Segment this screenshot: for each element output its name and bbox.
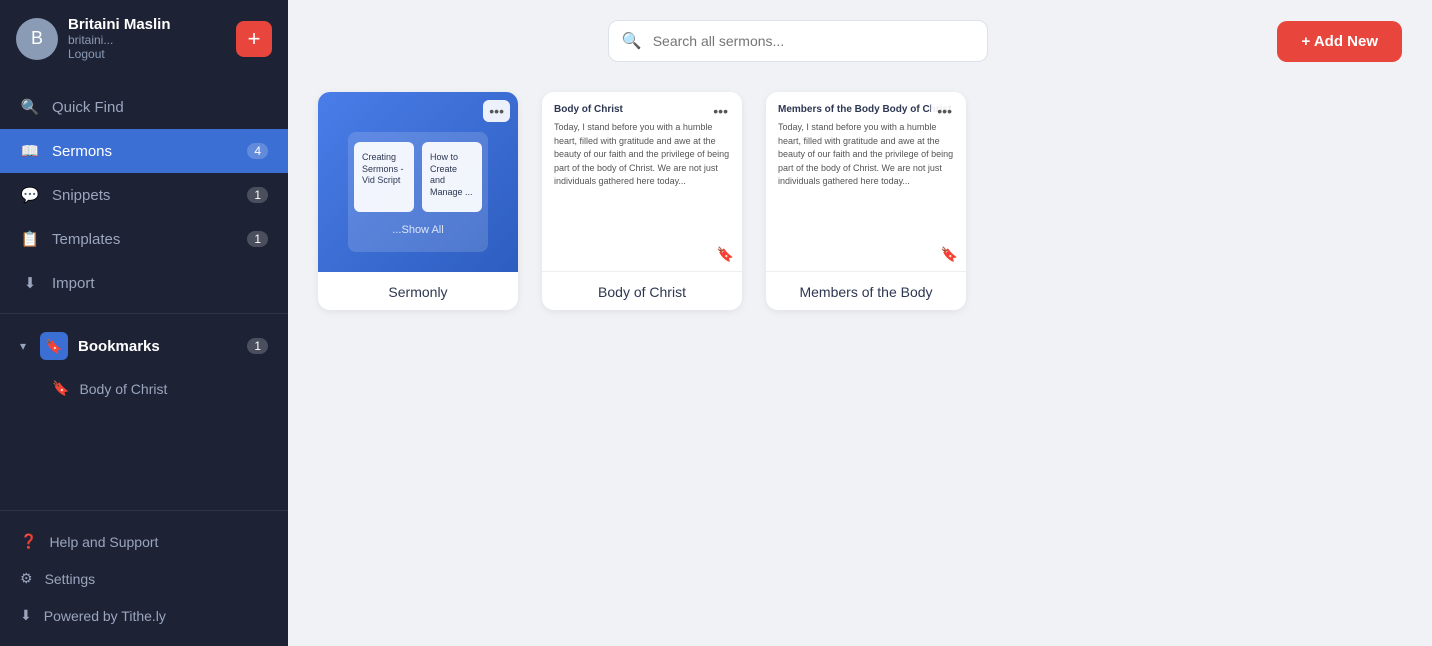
card-menu-members[interactable]: ••• bbox=[931, 100, 958, 122]
folder-tab-label: Creating Sermons - Vid Script bbox=[362, 152, 404, 185]
add-new-button[interactable]: + Add New bbox=[1277, 21, 1402, 62]
sidebar-item-label: Templates bbox=[52, 231, 120, 248]
folder-tab-1: Creating Sermons - Vid Script bbox=[354, 142, 414, 212]
bookmark-icon-members: 🔖 bbox=[941, 246, 958, 263]
chevron-down-icon: ▾ bbox=[20, 339, 26, 353]
sidebar-header: B Britaini Maslin britaini... Logout + bbox=[0, 0, 288, 77]
card-body-of-christ[interactable]: ••• Body of Christ Today, I stand before… bbox=[542, 92, 742, 310]
text-card-title-members: Members of the Body Body of Christ bbox=[778, 104, 954, 115]
bookmark-label: Body of Christ bbox=[79, 381, 167, 397]
folder-stack: Creating Sermons - Vid Script How to Cre… bbox=[338, 112, 498, 252]
sidebar-item-snippets[interactable]: 💬 Snippets 1 bbox=[0, 173, 288, 217]
bookmarks-header[interactable]: ▾ 🔖 Bookmarks 1 bbox=[0, 322, 288, 370]
card-sermonly-label: Sermonly bbox=[318, 272, 518, 310]
sidebar: B Britaini Maslin britaini... Logout + 🔍… bbox=[0, 0, 288, 646]
gear-icon: ⚙ bbox=[20, 570, 33, 587]
folder-tab-label: How to Create and Manage ... bbox=[430, 152, 473, 197]
card-members-preview: ••• Members of the Body Body of Christ T… bbox=[766, 92, 966, 272]
card-members-of-body[interactable]: ••• Members of the Body Body of Christ T… bbox=[766, 92, 966, 310]
divider bbox=[0, 313, 288, 314]
card-menu-body[interactable]: ••• bbox=[707, 100, 734, 122]
show-all-label[interactable]: ...Show All bbox=[392, 224, 443, 236]
templates-badge: 1 bbox=[247, 231, 268, 247]
powered-label: Powered by Tithe.ly bbox=[44, 608, 166, 624]
search-icon: 🔍 bbox=[622, 31, 642, 51]
snippets-badge: 1 bbox=[247, 187, 268, 203]
search-input[interactable] bbox=[608, 20, 988, 62]
sidebar-item-label: Quick Find bbox=[52, 99, 124, 116]
footer-item-help[interactable]: ❓ Help and Support bbox=[0, 523, 288, 560]
sidebar-item-label: Import bbox=[52, 275, 95, 292]
bookmark-item-body-of-christ[interactable]: 🔖 Body of Christ bbox=[0, 370, 288, 407]
user-name: Britaini Maslin bbox=[68, 16, 226, 33]
footer-item-powered: ⬇ Powered by Tithe.ly bbox=[0, 597, 288, 634]
sidebar-item-label: Sermons bbox=[52, 143, 112, 160]
card-body-preview: ••• Body of Christ Today, I stand before… bbox=[542, 92, 742, 272]
user-email: britaini... bbox=[68, 33, 226, 47]
cards-grid: ••• Creating Sermons - Vid Script How to… bbox=[318, 92, 1402, 310]
text-card-title: Body of Christ bbox=[554, 104, 730, 115]
bookmarks-icon: 🔖 bbox=[40, 332, 68, 360]
avatar: B bbox=[16, 18, 58, 60]
user-info: Britaini Maslin britaini... Logout bbox=[68, 16, 226, 61]
sidebar-add-button[interactable]: + bbox=[236, 21, 272, 57]
powered-icon: ⬇ bbox=[20, 607, 32, 624]
sidebar-item-import[interactable]: ⬇ Import bbox=[0, 261, 288, 305]
logout-link[interactable]: Logout bbox=[68, 47, 226, 61]
snippets-icon: 💬 bbox=[20, 185, 40, 205]
card-sermonly[interactable]: ••• Creating Sermons - Vid Script How to… bbox=[318, 92, 518, 310]
main-content: 🔍 + Add New ••• Creating Sermons - Vid S… bbox=[288, 0, 1432, 646]
sidebar-item-quick-find[interactable]: 🔍 Quick Find bbox=[0, 85, 288, 129]
search-icon: 🔍 bbox=[20, 97, 40, 117]
templates-icon: 📋 bbox=[20, 229, 40, 249]
sidebar-nav: 🔍 Quick Find 📖 Sermons 4 💬 Snippets 1 📋 … bbox=[0, 77, 288, 510]
bookmarks-badge: 1 bbox=[247, 338, 268, 354]
book-icon: 📖 bbox=[20, 141, 40, 161]
bookmarks-label: Bookmarks bbox=[78, 338, 160, 355]
settings-label: Settings bbox=[45, 571, 96, 587]
bookmark-icon: 🔖 bbox=[52, 380, 69, 397]
folder-tabs: Creating Sermons - Vid Script How to Cre… bbox=[354, 142, 482, 212]
bookmark-icon: 🔖 bbox=[717, 246, 734, 263]
import-icon: ⬇ bbox=[20, 273, 40, 293]
text-card-body: Today, I stand before you with a humble … bbox=[554, 121, 730, 259]
folder-tab-2: How to Create and Manage ... bbox=[422, 142, 482, 212]
search-bar: 🔍 bbox=[608, 20, 988, 62]
help-label: Help and Support bbox=[49, 534, 158, 550]
footer-item-settings[interactable]: ⚙ Settings bbox=[0, 560, 288, 597]
top-bar: 🔍 + Add New bbox=[318, 20, 1402, 62]
sidebar-item-templates[interactable]: 📋 Templates 1 bbox=[0, 217, 288, 261]
card-sermonly-preview: ••• Creating Sermons - Vid Script How to… bbox=[318, 92, 518, 272]
sidebar-footer: ❓ Help and Support ⚙ Settings ⬇ Powered … bbox=[0, 510, 288, 646]
sermons-badge: 4 bbox=[247, 143, 268, 159]
card-members-label: Members of the Body bbox=[766, 272, 966, 310]
card-body-label: Body of Christ bbox=[542, 272, 742, 310]
text-card-body-members: Today, I stand before you with a humble … bbox=[778, 121, 954, 259]
sidebar-item-label: Snippets bbox=[52, 187, 110, 204]
help-icon: ❓ bbox=[20, 533, 37, 550]
sidebar-item-sermons[interactable]: 📖 Sermons 4 bbox=[0, 129, 288, 173]
